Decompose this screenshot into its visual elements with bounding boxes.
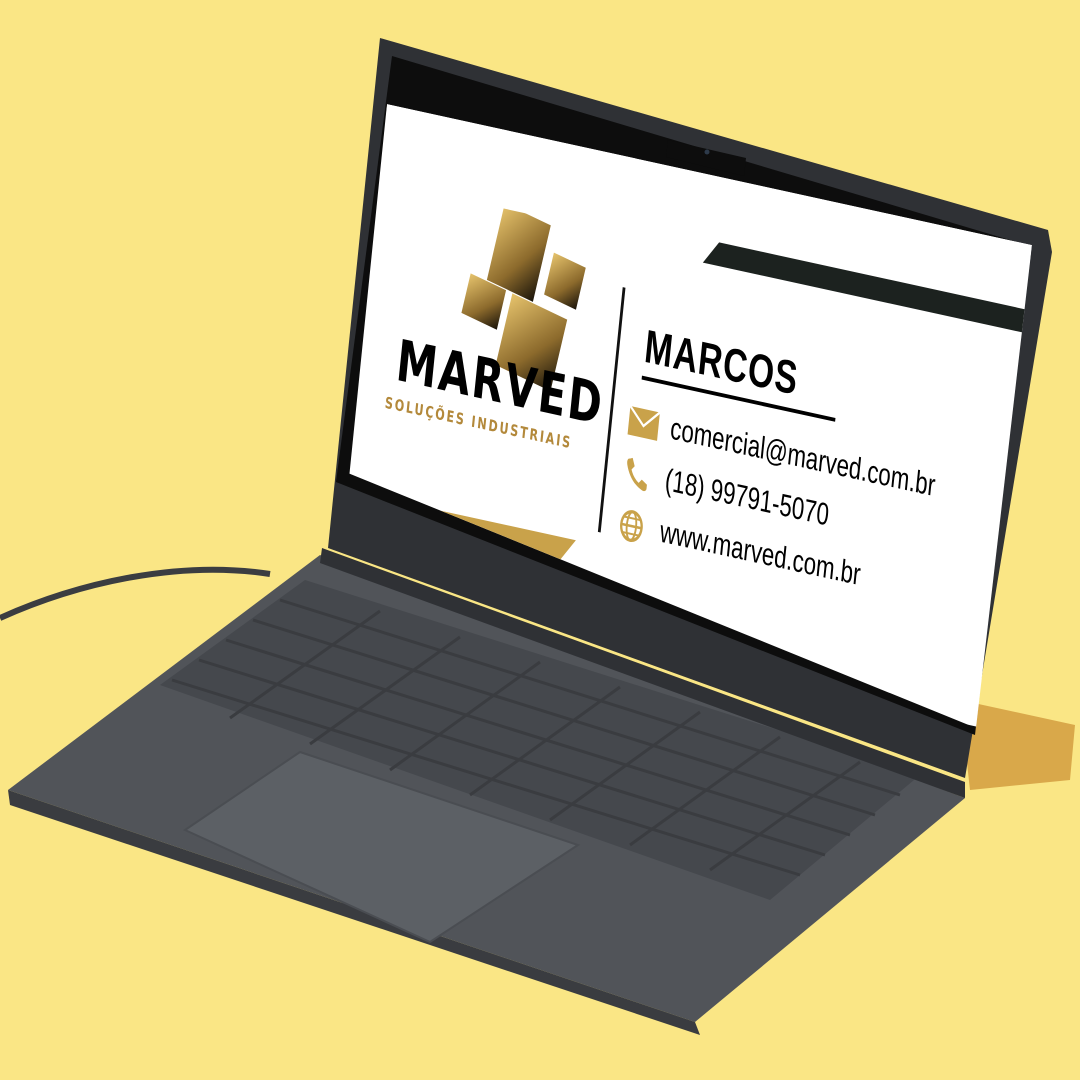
camera-icon bbox=[704, 149, 710, 155]
envelope-icon bbox=[627, 405, 661, 441]
brand-logo: MARVED SOLUÇÕES INDUSTRIAIS bbox=[369, 185, 637, 521]
website-text: www.marved.com.br bbox=[658, 514, 863, 593]
globe-icon bbox=[620, 510, 643, 543]
card-top-stripe bbox=[702, 242, 1032, 344]
power-cable bbox=[0, 566, 271, 621]
phone-icon bbox=[627, 457, 647, 492]
